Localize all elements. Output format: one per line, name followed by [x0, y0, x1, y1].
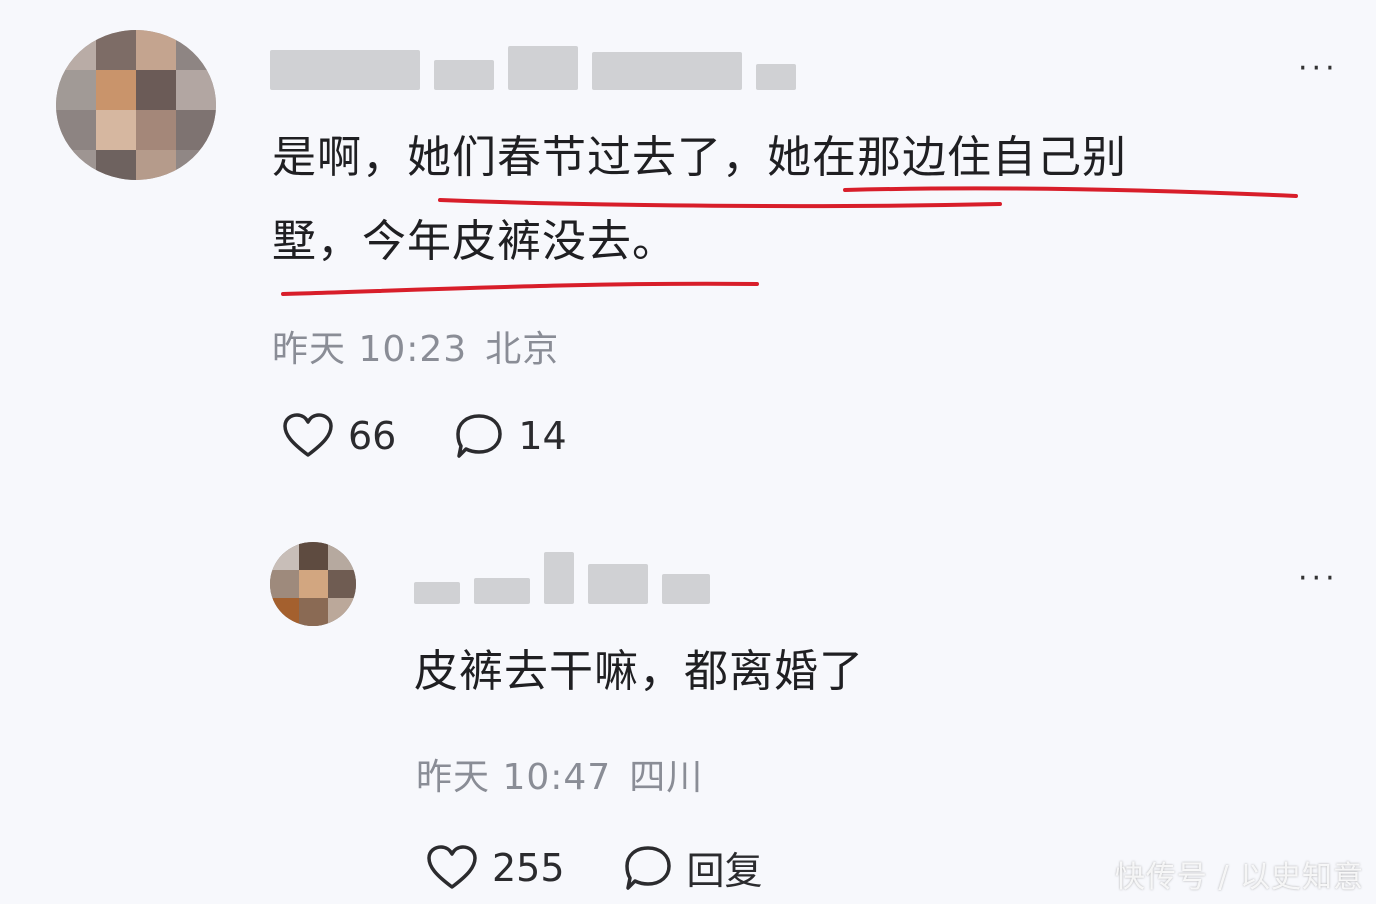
location: 四川 — [629, 757, 704, 798]
like-count: 255 — [492, 845, 565, 890]
location: 北京 — [485, 329, 560, 370]
comment-actions: 66 14 — [282, 412, 625, 460]
redaction-block — [474, 578, 530, 604]
like-count: 66 — [348, 414, 397, 458]
redaction-block — [544, 552, 574, 604]
reply-count: 14 — [518, 414, 567, 458]
more-options-button[interactable]: ··· — [1298, 564, 1339, 594]
comment-actions: 255 回复 — [426, 840, 821, 895]
redaction-block — [414, 582, 460, 604]
comment-1: ··· 是啊，她们春节过去了，她在那边住自己别 墅，今年皮裤没去。 昨天 10:… — [0, 0, 1376, 520]
timestamp: 昨天 10:47 — [416, 757, 612, 798]
reply-count-button[interactable]: 14 — [454, 412, 567, 460]
redaction-block — [662, 574, 710, 604]
reply-label: 回复 — [686, 849, 763, 893]
comment-2-reply: ··· 皮裤去干嘛，都离婚了 昨天 10:47 四川 255 回复 — [0, 520, 1376, 904]
comment-meta: 昨天 10:23 北京 — [272, 320, 577, 372]
timestamp: 昨天 10:23 — [272, 329, 468, 370]
reply-button[interactable]: 回复 — [623, 840, 763, 895]
heart-icon — [427, 844, 477, 889]
watermark: 快传号 / 以史知意 — [1114, 860, 1364, 895]
highlight-underline — [281, 186, 1298, 296]
comment-bubble-icon — [456, 414, 503, 458]
comment-text: 皮裤去干嘛，都离婚了 — [414, 646, 864, 697]
like-button[interactable]: 66 — [282, 413, 396, 459]
avatar[interactable] — [270, 542, 356, 626]
avatar-image — [270, 542, 356, 626]
heart-icon — [283, 413, 333, 457]
username-redacted[interactable] — [414, 548, 710, 604]
comment-meta: 昨天 10:47 四川 — [416, 748, 721, 800]
comment-bubble-icon — [624, 845, 671, 890]
redaction-block — [588, 564, 648, 604]
like-button[interactable]: 255 — [426, 844, 565, 891]
